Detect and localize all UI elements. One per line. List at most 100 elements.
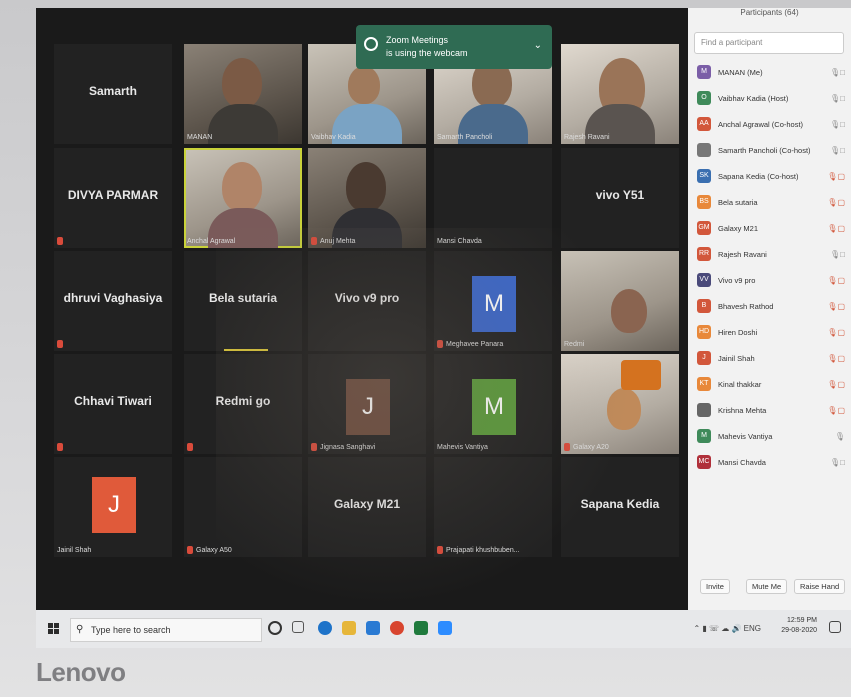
- tile-galaxy-a20[interactable]: Galaxy A20: [561, 354, 679, 454]
- participant-name: Jainil Shah: [718, 354, 755, 363]
- tile-caption: MANAN: [187, 134, 213, 141]
- participant-row[interactable]: Krishna Mehta 🎙▢: [688, 398, 851, 424]
- tile-samarth[interactable]: Samarth: [54, 44, 172, 144]
- participant-row[interactable]: RR Rajesh Ravani 🎙□: [688, 242, 851, 268]
- system-tray-icons[interactable]: ⌃ ▮ ☏ ☁ 🔊 ENG: [693, 624, 761, 633]
- tile-name: Bela sutaria: [208, 291, 278, 305]
- tile-divya[interactable]: DIVYA PARMAR: [54, 148, 172, 248]
- tile-jainil[interactable]: J Jainil Shah: [54, 457, 172, 557]
- mic-camera-icon: 🎙□: [830, 458, 845, 467]
- participant-row[interactable]: AA Anchal Agrawal (Co-host) 🎙□: [688, 112, 851, 138]
- tile-caption: Jignasa Sanghavi: [320, 444, 376, 451]
- muted-mic-icon: [57, 237, 63, 245]
- webcam-notification[interactable]: Zoom Meetings is using the webcam ⌄: [356, 25, 552, 69]
- participant-name: Bela sutaria: [718, 198, 758, 207]
- zoom-icon[interactable]: [438, 621, 452, 635]
- raise-hand-button[interactable]: Raise Hand: [794, 579, 846, 594]
- avatar: AA: [697, 117, 711, 131]
- tile-chhavi[interactable]: Chhavi Tiwari: [54, 354, 172, 454]
- tile-jignasa[interactable]: J Jignasa Sanghavi: [308, 354, 426, 454]
- tile-name: Vivo v9 pro: [334, 291, 400, 305]
- tile-sapana[interactable]: Sapana Kedia: [561, 457, 679, 557]
- tile-name: Samarth: [88, 84, 138, 98]
- windows-start-icon[interactable]: [48, 623, 60, 635]
- participant-row[interactable]: M Mahevis Vantiya 🎙: [688, 424, 851, 450]
- background-object: [621, 360, 661, 390]
- invite-button[interactable]: Invite: [700, 579, 730, 594]
- tile-name: Chhavi Tiwari: [74, 394, 152, 408]
- chevron-down-icon[interactable]: ⌄: [534, 40, 542, 51]
- participant-row[interactable]: SK Sapana Kedia (Co-host) 🎙▢: [688, 164, 851, 190]
- participant-name: Vivo v9 pro: [718, 276, 756, 285]
- avatar: M: [697, 429, 711, 443]
- participant-search-input[interactable]: Find a participant: [694, 32, 844, 54]
- notification-center-icon[interactable]: [829, 621, 841, 633]
- brand-logo: Lenovo: [36, 657, 126, 687]
- clock[interactable]: 12:59 PM 29-08-2020: [781, 616, 817, 636]
- cortana-icon[interactable]: [268, 621, 282, 635]
- tile-galaxy-a50[interactable]: Galaxy A50: [184, 457, 302, 557]
- participants-panel: Participants (64) Find a participant M MA…: [688, 8, 851, 610]
- tile-redmi[interactable]: Redmi: [561, 251, 679, 351]
- tile-rajesh[interactable]: Rajesh Ravani: [561, 44, 679, 144]
- tile-galaxy-m21[interactable]: Galaxy M21: [308, 457, 426, 557]
- participant-row[interactable]: BS Bela sutaria 🎙▢: [688, 190, 851, 216]
- avatar: MC: [697, 455, 711, 469]
- webcam-icon: [364, 37, 378, 51]
- tile-name: Galaxy M21: [333, 497, 401, 511]
- participant-row[interactable]: J Jainil Shah 🎙▢: [688, 346, 851, 372]
- task-view-icon[interactable]: [292, 621, 304, 633]
- mic-icon: 🎙: [834, 432, 845, 441]
- participant-name: Hiren Doshi: [718, 328, 758, 337]
- edge-icon[interactable]: [318, 621, 332, 635]
- muted-mic-icon: [187, 546, 193, 554]
- mic-camera-off-icon: 🎙▢: [827, 380, 845, 389]
- tile-manan[interactable]: MANAN: [184, 44, 302, 144]
- tile-anchal[interactable]: Anchal Agrawal: [184, 148, 302, 248]
- excel-icon[interactable]: [414, 621, 428, 635]
- participant-row[interactable]: VV Vivo v9 pro 🎙▢: [688, 268, 851, 294]
- participant-row[interactable]: M MANAN (Me) 🎙□: [688, 60, 851, 86]
- avatar: J: [697, 351, 711, 365]
- participant-name: Krishna Mehta: [718, 406, 767, 415]
- tile-dhruvi[interactable]: dhruvi Vaghasiya: [54, 251, 172, 351]
- participant-row[interactable]: KT Kinal thakkar 🎙▢: [688, 372, 851, 398]
- tile-caption: Rajesh Ravani: [564, 134, 610, 141]
- tile-name: Redmi go: [215, 394, 271, 408]
- mic-camera-icon: 🎙□: [830, 94, 845, 103]
- tile-mansi[interactable]: Mansi Chavda: [434, 148, 552, 248]
- avatar: BS: [697, 195, 711, 209]
- mic-camera-off-icon: 🎙▢: [827, 172, 845, 181]
- participant-row[interactable]: MC Mansi Chavda 🎙□: [688, 450, 851, 476]
- taskbar-search-input[interactable]: ⚲ Type here to search: [70, 618, 262, 642]
- file-explorer-icon[interactable]: [342, 621, 356, 635]
- tile-anuj[interactable]: Anuj Mehta: [308, 148, 426, 248]
- avatar: M: [697, 65, 711, 79]
- participant-row[interactable]: Samarth Pancholi (Co-host) 🎙□: [688, 138, 851, 164]
- tile-vivo-y51[interactable]: vivo Y51: [561, 148, 679, 248]
- tile-prajapati[interactable]: Prajapati khushbuben...: [434, 457, 552, 557]
- mic-camera-off-icon: 🎙▢: [827, 406, 845, 415]
- store-icon[interactable]: [366, 621, 380, 635]
- tile-meghavee[interactable]: M Meghavee Panara: [434, 251, 552, 351]
- participant-row[interactable]: B Bhavesh Rathod 🎙▢: [688, 294, 851, 320]
- chrome-icon[interactable]: [390, 621, 404, 635]
- notification-message: is using the webcam: [386, 48, 468, 58]
- participant-name: Mahevis Vantiya: [718, 432, 773, 441]
- mic-camera-icon: 🎙□: [830, 146, 845, 155]
- mute-me-button[interactable]: Mute Me: [746, 579, 788, 594]
- tile-name: dhruvi Vaghasiya: [63, 291, 163, 305]
- tile-redmi-go[interactable]: Redmi go: [184, 354, 302, 454]
- tile-mahevis[interactable]: M Mahevis Vantiya: [434, 354, 552, 454]
- avatar: M: [472, 379, 516, 435]
- participant-name: Anchal Agrawal (Co-host): [718, 120, 804, 129]
- muted-mic-icon: [437, 340, 443, 348]
- participant-row[interactable]: GM Galaxy M21 🎙▢: [688, 216, 851, 242]
- tile-bela[interactable]: Bela sutaria: [184, 251, 302, 351]
- avatar: RR: [697, 247, 711, 261]
- participant-face: [346, 162, 386, 212]
- participant-row[interactable]: HD Hiren Doshi 🎙▢: [688, 320, 851, 346]
- tile-vivo-v9[interactable]: Vivo v9 pro: [308, 251, 426, 351]
- participant-row[interactable]: O Vaibhav Kadia (Host) 🎙□: [688, 86, 851, 112]
- notification-title: Zoom Meetings: [386, 35, 449, 45]
